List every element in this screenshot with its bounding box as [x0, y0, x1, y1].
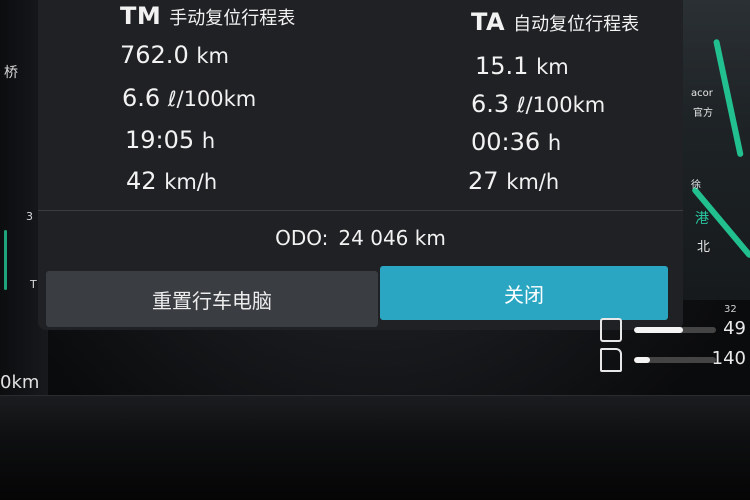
- auto-time-value: 00:36: [471, 128, 541, 156]
- map-label: 徐: [691, 180, 701, 191]
- auto-trip-time: 00:36 h: [471, 128, 561, 156]
- auto-distance-value: 15.1: [475, 52, 529, 80]
- manual-trip-time: 19:05 h: [125, 126, 215, 154]
- auto-consumption-unit: ℓ/100km: [516, 93, 606, 117]
- auto-trip-speed: 27 km/h: [468, 167, 559, 195]
- auto-trip-abbr: TA: [471, 8, 506, 36]
- fuel-bar: [634, 357, 716, 363]
- manual-trip-abbr: TM: [120, 2, 162, 30]
- manual-speed-unit: km/h: [164, 170, 218, 194]
- manual-trip-consumption: 6.6 ℓ/100km: [122, 84, 256, 112]
- auto-trip-header: TA 自动复位行程表: [471, 8, 639, 36]
- auto-speed-unit: km/h: [506, 170, 560, 194]
- manual-consumption-value: 6.6: [122, 84, 161, 112]
- trip-computer-panel: TM 手动复位行程表 762.0 km 6.6 ℓ/100km 19:05 h 4…: [38, 0, 683, 330]
- auto-distance-unit: km: [536, 55, 569, 79]
- small-readout: 32: [724, 304, 737, 315]
- left-scale-label: 3: [26, 210, 33, 223]
- auto-trip-consumption: 6.3 ℓ/100km: [471, 90, 605, 118]
- manual-distance-value: 762.0: [120, 41, 189, 69]
- close-button[interactable]: 关闭: [380, 266, 668, 320]
- map-label: 官方: [693, 108, 713, 119]
- auto-consumption-value: 6.3: [471, 90, 510, 118]
- left-guide-line: [4, 230, 7, 290]
- reset-trip-computer-button[interactable]: 重置行车电脑: [46, 271, 378, 327]
- fuel-value: 140: [711, 348, 746, 369]
- manual-trip-name: 手动复位行程表: [169, 8, 296, 29]
- oil-temp-gauge: 49: [596, 316, 750, 344]
- left-scale-label-2: T: [30, 278, 37, 291]
- fuel-bar-fill: [634, 357, 651, 363]
- left-map-label: 桥: [4, 65, 18, 81]
- oil-temp-value: 49: [723, 318, 746, 339]
- fuel-gauge: 140: [596, 346, 750, 374]
- auto-speed-value: 27: [468, 167, 499, 195]
- odometer-value: 24 046: [338, 226, 409, 250]
- manual-trip-speed: 42 km/h: [126, 167, 217, 195]
- map-label: 北: [697, 240, 711, 255]
- manual-speed-value: 42: [126, 167, 157, 195]
- cluster-bezel: [0, 395, 750, 500]
- manual-trip-header: TM 手动复位行程表: [120, 2, 295, 30]
- map-label: 港: [695, 211, 709, 227]
- manual-time-unit: h: [201, 129, 216, 153]
- map-label: acor: [691, 88, 713, 99]
- panel-divider: [38, 210, 683, 211]
- odometer-unit: km: [414, 226, 446, 250]
- auto-trip-name: 自动复位行程表: [513, 14, 640, 35]
- oil-temp-bar-fill: [634, 327, 684, 333]
- auto-trip-distance: 15.1 km: [475, 52, 569, 80]
- odometer-label: ODO:: [275, 226, 329, 250]
- oil-temp-icon: [600, 318, 622, 342]
- navigation-map[interactable]: acor 官方 徐 港 北: [683, 0, 750, 300]
- fuel-icon: [600, 348, 622, 372]
- oil-temp-bar: [634, 327, 716, 333]
- close-button-label: 关闭: [504, 282, 544, 307]
- reset-button-label: 重置行车电脑: [152, 288, 272, 313]
- manual-time-value: 19:05: [125, 126, 195, 154]
- manual-distance-unit: km: [196, 44, 229, 68]
- map-road: [713, 38, 744, 158]
- manual-consumption-unit: ℓ/100km: [167, 87, 257, 111]
- auto-time-unit: h: [547, 131, 562, 155]
- range-readout: 0km: [0, 372, 40, 393]
- manual-trip-distance: 762.0 km: [120, 41, 229, 69]
- odometer: ODO: 24 046 km: [38, 226, 683, 250]
